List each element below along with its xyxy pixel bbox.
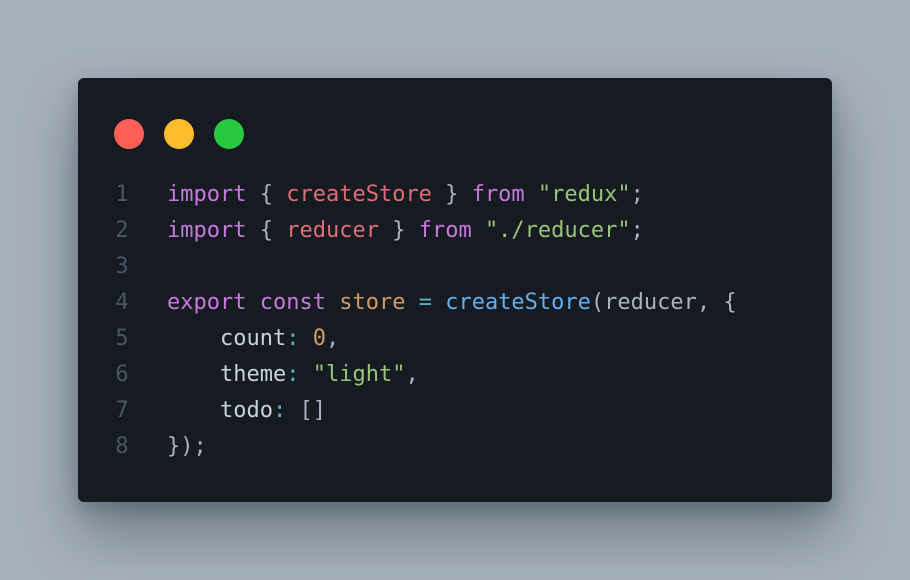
code-line: 8});	[78, 429, 832, 465]
line-number: 4	[115, 290, 129, 315]
code-token: :	[286, 326, 300, 351]
code-window: 1 import { createStore } from "redux"; 2 im…	[78, 78, 832, 502]
line-number: 8	[115, 434, 129, 459]
line-number: 1	[115, 182, 129, 207]
code-line: 4 export const store = createStore(reduce…	[78, 285, 832, 321]
code-token: ;	[630, 218, 644, 243]
line-number: 5	[115, 326, 129, 351]
code-text: import { reducer } from "./reducer";	[167, 213, 644, 249]
code-line: 7 todo: []	[78, 393, 832, 429]
code-token: ;	[630, 182, 644, 207]
code-line: 2 import { reducer } from "./reducer";	[78, 213, 832, 249]
code-token: const	[259, 290, 326, 315]
code-text: });	[167, 429, 207, 465]
code-token: "redux"	[537, 182, 631, 207]
code-line: 1 import { createStore } from "redux";	[78, 177, 832, 213]
code-token: "./reducer"	[484, 218, 631, 243]
code-token: from	[418, 218, 472, 243]
code-token: export	[167, 290, 247, 315]
code-token: =	[418, 290, 432, 315]
code-text: export const store = createStore(reducer…	[167, 285, 737, 321]
code-token: reducer	[286, 218, 379, 243]
code-token: theme	[167, 362, 287, 387]
code-token: store	[339, 290, 406, 315]
code-token: :	[286, 362, 300, 387]
code-token: import	[167, 218, 247, 243]
code-text: import { createStore } from "redux";	[167, 177, 644, 213]
line-number: 7	[115, 398, 129, 423]
code-token: (reducer, {	[590, 290, 737, 315]
close-dot-icon[interactable]	[114, 119, 144, 149]
code-line: 5 count: 0,	[78, 321, 832, 357]
code-token: :	[272, 398, 287, 423]
code-token: createStore	[286, 182, 432, 207]
code-text: theme: "light",	[167, 357, 419, 393]
code-token: 0	[312, 326, 326, 351]
code-token: ,	[405, 362, 419, 387]
code-token: from	[471, 182, 525, 207]
code-token: ,	[325, 326, 340, 351]
code-line: 6 theme: "light",	[78, 357, 832, 393]
line-number: 3	[115, 254, 129, 279]
code-token: []	[299, 398, 326, 423]
window-controls	[114, 119, 244, 149]
code-token: "light"	[312, 362, 406, 387]
code-token: count	[167, 326, 287, 351]
code-token: }	[431, 182, 472, 207]
minimize-dot-icon[interactable]	[164, 119, 194, 149]
code-token: });	[167, 434, 207, 459]
code-text: count: 0,	[167, 321, 339, 357]
code-token: createStore	[445, 290, 591, 315]
code-token: {	[246, 218, 287, 243]
code-line: 3	[78, 249, 832, 285]
code-text: todo: []	[167, 393, 326, 429]
code-token: import	[167, 182, 247, 207]
line-number: 2	[115, 218, 129, 243]
code-token: }	[378, 218, 419, 243]
code-token: {	[246, 182, 287, 207]
line-number: 6	[115, 362, 129, 387]
code-token: todo	[167, 398, 273, 423]
code-block: 1 import { createStore } from "redux"; 2 im…	[78, 177, 832, 465]
maximize-dot-icon[interactable]	[214, 119, 244, 149]
